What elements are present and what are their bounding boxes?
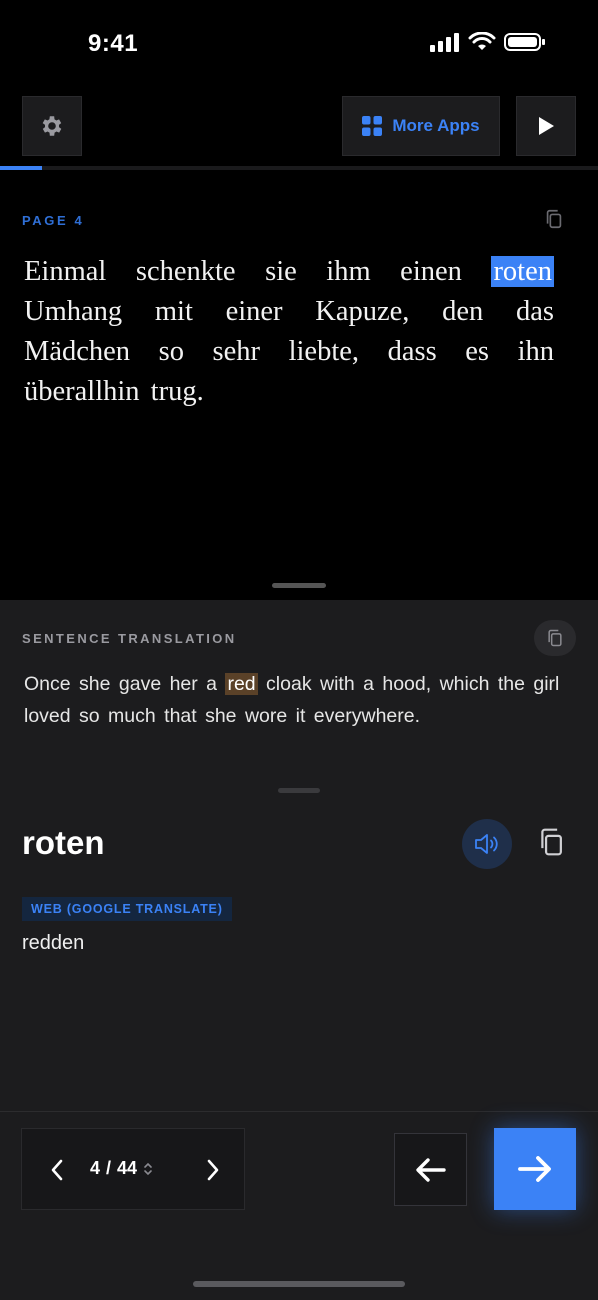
more-apps-label: More Apps: [392, 116, 480, 135]
translation-label: SENTENCE TRANSLATION: [22, 631, 237, 646]
page-label: PAGE 4: [22, 213, 85, 228]
settings-button[interactable]: [22, 96, 82, 156]
copy-icon: [548, 629, 562, 647]
sentence-translation-panel: SENTENCE TRANSLATION Once she gave her a…: [0, 600, 598, 774]
reading-progress-fill: [0, 166, 42, 170]
cellular-signal-icon: [430, 33, 459, 52]
home-indicator: [193, 1281, 405, 1287]
status-bar: 9:41: [0, 0, 598, 90]
copy-icon: [546, 209, 562, 229]
chevron-right-icon: [207, 1159, 219, 1181]
next-sentence-button[interactable]: [494, 1128, 576, 1210]
wifi-icon: [468, 32, 496, 50]
page-selector: 4 / 44: [21, 1128, 245, 1210]
arrow-left-icon: [415, 1157, 446, 1182]
translated-sentence: Once she gave her a red cloak with a hoo…: [24, 668, 572, 732]
copy-translation-button[interactable]: [534, 620, 576, 656]
selected-word[interactable]: roten: [491, 256, 554, 287]
source-text-after: Umhang mit einer Kapuze, den das Mädchen…: [24, 296, 554, 407]
footer-navigation: 4 / 44: [0, 1112, 598, 1300]
chevron-up-down-icon: [144, 1162, 152, 1175]
word-meaning: redden: [22, 932, 85, 954]
status-time: 9:41: [88, 30, 139, 57]
copy-icon: [541, 828, 562, 856]
panel-drag-handle[interactable]: [272, 583, 326, 588]
previous-sentence-button[interactable]: [394, 1133, 467, 1206]
source-sentence[interactable]: Einmal schenkte sie ihm einen roten Umha…: [24, 252, 554, 412]
next-page-button[interactable]: [198, 1153, 228, 1187]
battery-icon: [504, 33, 545, 51]
word-title: roten: [22, 824, 105, 861]
speaker-icon: [475, 834, 498, 854]
page-count[interactable]: 4 / 44: [90, 1158, 153, 1179]
copy-word-button[interactable]: [536, 826, 566, 863]
arrow-right-icon: [518, 1156, 551, 1182]
pronounce-button[interactable]: [462, 819, 512, 869]
previous-page-button[interactable]: [42, 1153, 72, 1187]
translated-word-highlight: red: [225, 673, 258, 695]
play-button[interactable]: [516, 96, 576, 156]
word-panel-drag-handle[interactable]: [278, 788, 320, 793]
status-icons: [430, 32, 546, 52]
translation-source-badge: WEB (GOOGLE TRANSLATE): [22, 897, 232, 921]
play-icon: [539, 117, 554, 135]
source-text-before: Einmal schenkte sie ihm einen: [24, 256, 492, 287]
page-separator: /: [106, 1158, 112, 1178]
copy-page-button[interactable]: [543, 208, 565, 235]
total-pages: 44: [117, 1158, 138, 1178]
chevron-left-icon: [51, 1159, 63, 1181]
trans-text-before: Once she gave her a: [24, 673, 226, 695]
grid-apps-icon: [362, 116, 383, 136]
more-apps-button[interactable]: More Apps: [342, 96, 500, 156]
reading-progress-bar: [0, 166, 598, 170]
top-toolbar: More Apps: [0, 96, 598, 156]
gear-icon: [42, 116, 62, 136]
current-page: 4: [90, 1158, 101, 1178]
word-detail-panel: roten WEB (GOOGLE TRANSLATE) redden: [0, 774, 598, 1112]
